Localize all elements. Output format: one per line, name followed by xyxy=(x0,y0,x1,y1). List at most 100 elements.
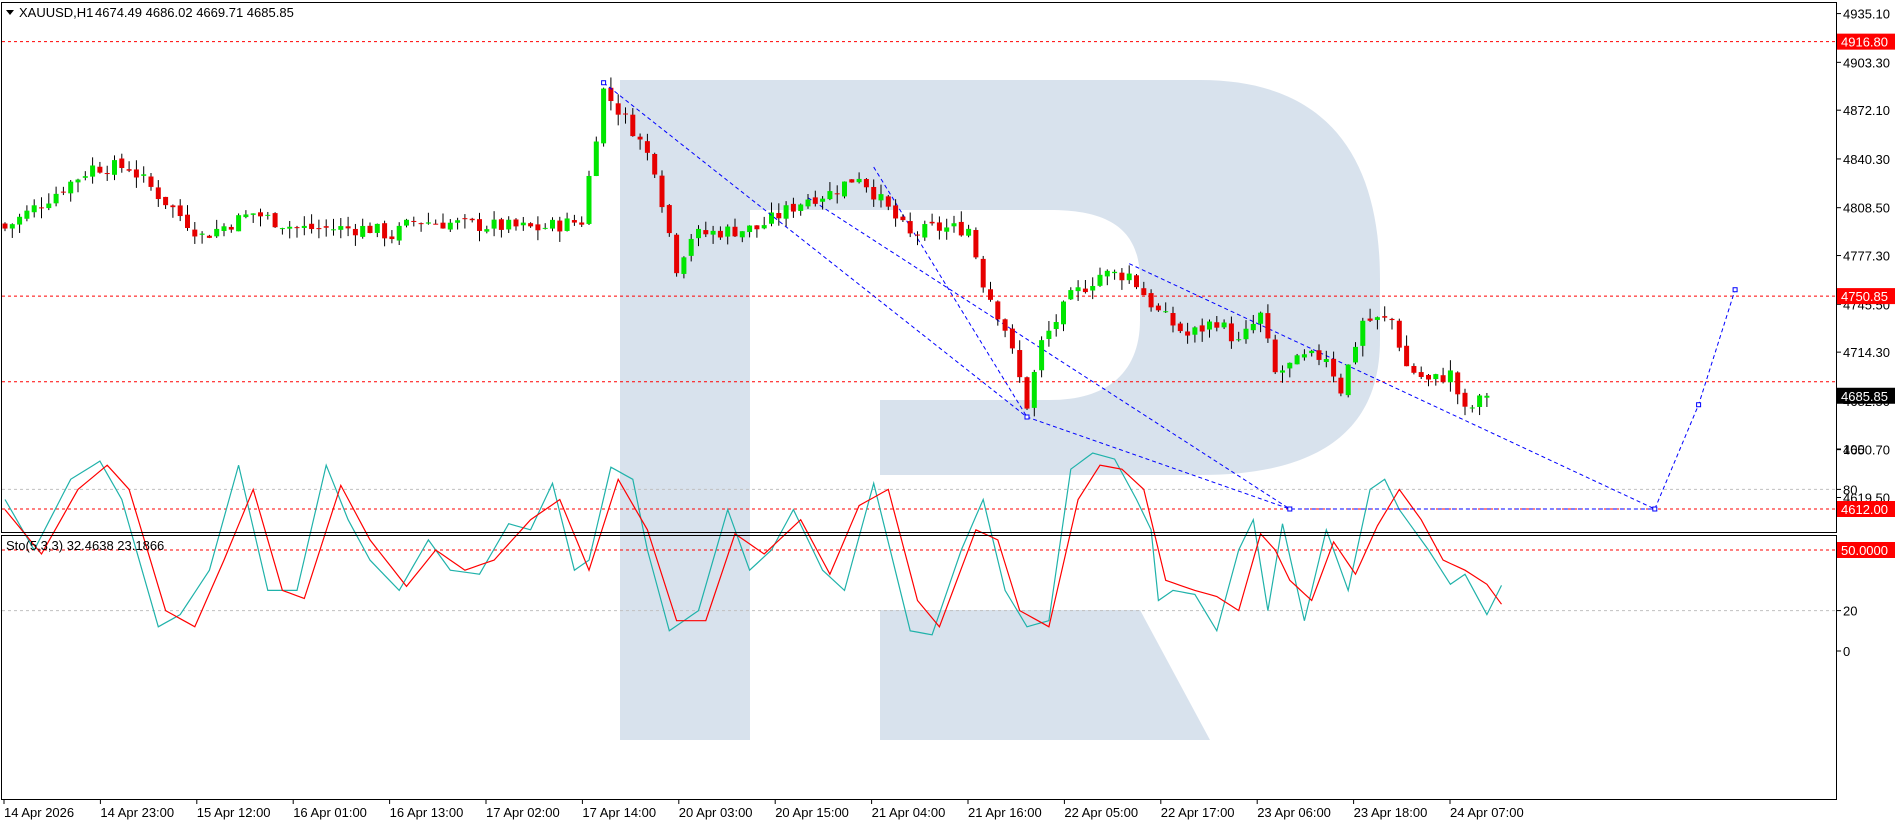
price-level-tag-label: 4612.00 xyxy=(1841,502,1888,517)
candle xyxy=(1134,274,1139,290)
candle xyxy=(60,186,66,196)
candle xyxy=(842,181,847,199)
candle-body xyxy=(542,227,548,229)
candle-body xyxy=(637,136,643,140)
time-tick-label: 16 Apr 01:00 xyxy=(293,805,367,820)
candle xyxy=(104,165,110,181)
candle xyxy=(1104,269,1110,286)
candle-body xyxy=(790,203,796,212)
candle-body xyxy=(1374,317,1380,320)
candle-body xyxy=(243,214,249,218)
osc-tick-label: 80 xyxy=(1843,482,1857,497)
candle-body xyxy=(805,199,811,207)
price-tick-label: 4808.50 xyxy=(1843,201,1890,216)
candle-body xyxy=(615,103,621,115)
candle-body xyxy=(1265,313,1271,339)
candle-body xyxy=(433,223,439,225)
indicator-label: Sto(5,3,3) 32.4638 23.1866 xyxy=(6,538,164,553)
candle-body xyxy=(630,114,636,137)
trading-chart[interactable]: 4935.10 4903.30 4872.10 4840.30 4808.50 4777.… xyxy=(0,0,1896,820)
forecast-point xyxy=(1024,414,1030,420)
candle xyxy=(557,216,563,242)
osc-level-tag-label: 50.0000 xyxy=(1841,543,1888,558)
candle xyxy=(1061,300,1066,332)
candle xyxy=(1455,371,1461,405)
candle xyxy=(1462,388,1468,416)
candle-body xyxy=(1104,270,1110,277)
candle xyxy=(1411,363,1417,375)
candle-body xyxy=(214,228,220,237)
candle-body xyxy=(1170,313,1176,326)
candle xyxy=(520,216,526,231)
candle xyxy=(1068,287,1074,300)
candle-body xyxy=(119,158,125,169)
candle xyxy=(9,223,15,238)
candle-body xyxy=(725,226,731,237)
candle-body xyxy=(834,193,840,195)
candle-body xyxy=(382,223,388,239)
time-tick-label: 24 Apr 07:00 xyxy=(1450,805,1524,820)
candle xyxy=(1082,280,1088,294)
candle-body xyxy=(1031,371,1037,408)
candle-body xyxy=(68,181,74,194)
candle-body xyxy=(798,204,804,211)
candle-body xyxy=(1243,328,1249,340)
candle-body xyxy=(46,203,52,209)
candle-body xyxy=(1396,320,1402,348)
candle-body xyxy=(856,178,862,183)
candle xyxy=(1053,314,1059,337)
time-tick-label: 21 Apr 04:00 xyxy=(872,805,946,820)
candle xyxy=(360,218,366,239)
candle-body xyxy=(447,222,453,230)
candle xyxy=(199,231,205,244)
candle-body xyxy=(1411,366,1417,373)
candle-body xyxy=(1155,305,1161,311)
time-tick-label: 17 Apr 14:00 xyxy=(582,805,656,820)
candle-body xyxy=(1309,350,1315,354)
candle-body xyxy=(287,226,293,229)
candle-body xyxy=(1097,274,1103,286)
time-tick-label: 23 Apr 06:00 xyxy=(1257,805,1331,820)
candle-body xyxy=(827,191,833,200)
oscillator-axis: 100 80 20 0 50.0000 xyxy=(1837,442,1895,659)
candle-body xyxy=(1163,311,1169,313)
candle-body xyxy=(812,197,818,204)
candle xyxy=(1382,306,1388,322)
candle-body xyxy=(221,226,227,231)
candle-body xyxy=(279,228,285,230)
candle-body xyxy=(294,227,300,229)
candle-body xyxy=(1236,339,1242,341)
candle xyxy=(309,214,315,234)
price-tick-label: 4840.30 xyxy=(1843,152,1890,167)
dropdown-triangle-icon[interactable] xyxy=(6,10,14,15)
candle-body xyxy=(732,226,738,237)
candle-body xyxy=(31,205,37,213)
candle xyxy=(1396,318,1402,352)
candle xyxy=(418,222,424,232)
candle xyxy=(1017,340,1023,383)
candle-body xyxy=(170,205,176,208)
candle xyxy=(68,180,74,202)
candle-body xyxy=(885,196,891,207)
candle xyxy=(1097,267,1103,287)
candle-body xyxy=(1075,287,1081,292)
candle-body xyxy=(995,301,1001,320)
candle-body xyxy=(1360,320,1366,346)
candle xyxy=(112,155,117,181)
candle-body xyxy=(1024,377,1030,409)
candle xyxy=(1024,376,1030,410)
candle-body xyxy=(1338,377,1344,394)
candle xyxy=(477,212,482,242)
candle xyxy=(1119,268,1125,290)
candle-body xyxy=(185,214,190,229)
candle-body xyxy=(878,194,884,201)
time-tick-label: 20 Apr 15:00 xyxy=(775,805,849,820)
candle xyxy=(287,220,293,239)
candle xyxy=(46,193,52,211)
time-tick-label: 15 Apr 12:00 xyxy=(197,805,271,820)
candle-body xyxy=(104,173,110,175)
candle xyxy=(279,227,285,235)
candle-body xyxy=(1258,312,1264,324)
candle-body xyxy=(973,230,979,258)
candle-body xyxy=(24,210,30,219)
